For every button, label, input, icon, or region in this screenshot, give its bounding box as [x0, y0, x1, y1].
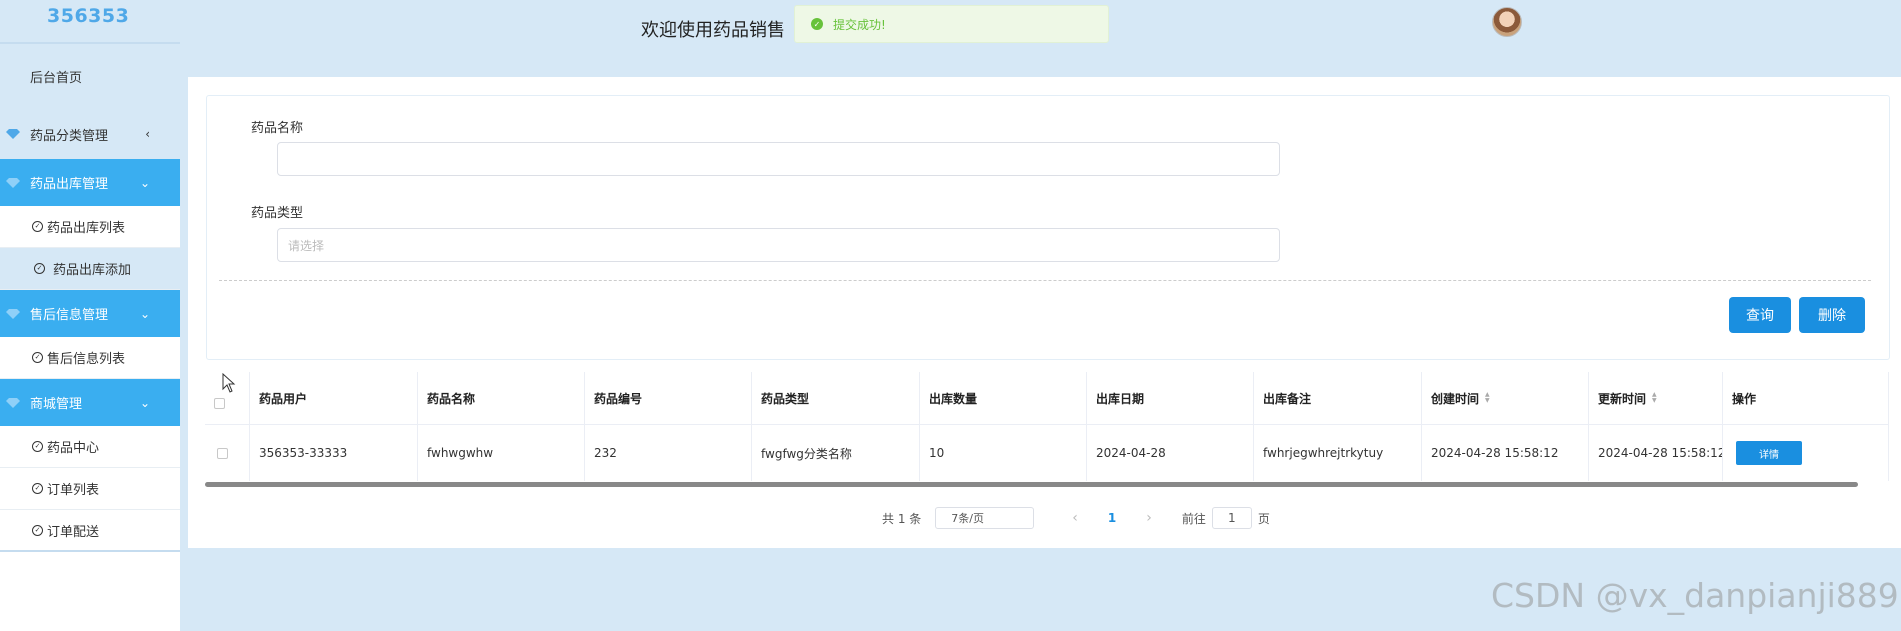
sidebar-item-order-list[interactable]: ✓ 订单列表 — [0, 468, 180, 510]
table-cell: fwhwgwhw — [418, 425, 585, 481]
table-cell: 2024-04-28 15:58:12 — [1422, 425, 1589, 481]
check-circle-icon: ✓ — [811, 18, 823, 30]
sidebar-item-label: 售后信息列表 — [47, 352, 126, 367]
page-number-current[interactable]: 1 — [1108, 511, 1116, 525]
query-button[interactable]: 查询 — [1729, 297, 1791, 333]
table-row: 356353-33333 fwhwgwhw 232 fwgfwg分类名称 10 … — [205, 425, 1889, 481]
table-header: 药品用户 药品名称 药品编号 药品类型 出库数量 出库日期 出库备注 创建时间 ▲… — [205, 372, 1889, 425]
select-all-checkbox[interactable] — [214, 397, 225, 409]
drug-type-select[interactable]: 请选择 — [277, 228, 1280, 262]
sidebar-item-outbound-list[interactable]: ✓ 药品出库列表 — [0, 206, 180, 248]
row-checkbox[interactable] — [217, 447, 228, 459]
sidebar-group-label: 商城管理 — [30, 397, 83, 412]
goto-label: 前往 — [1181, 511, 1206, 526]
mouse-cursor-icon — [222, 373, 236, 393]
goto-page-input[interactable]: 1 — [1211, 507, 1252, 529]
diamond-icon — [6, 129, 20, 139]
column-header: 药品编号 — [585, 372, 752, 424]
action-cell: 详情 — [1723, 425, 1889, 481]
column-header-sortable[interactable]: 创建时间 ▲ ▼ — [1422, 372, 1589, 424]
table-cell: fwgfwg分类名称 — [752, 425, 920, 481]
table-cell: fwhrjegwhrejtrkytuy — [1254, 425, 1422, 481]
table-cell: 2024-04-28 15:58:12 — [1589, 425, 1723, 481]
pagination: 共 1 条 7条/页 ‹ 1 › 前往 1 页 — [882, 507, 1270, 529]
column-header: 出库数量 — [920, 372, 1087, 424]
sidebar-item-label: 药品中心 — [47, 441, 100, 456]
total-count: 共 1 条 — [882, 511, 922, 526]
diamond-icon — [6, 397, 20, 408]
avatar[interactable] — [1492, 7, 1522, 37]
sidebar-item-home[interactable]: 后台首页 — [0, 44, 180, 109]
chevron-down-icon: ⌄ — [139, 395, 150, 410]
chevron-left-icon: ‹ — [145, 127, 150, 141]
page-size-select[interactable]: 7条/页 — [935, 507, 1035, 529]
chevron-left-icon[interactable]: ‹ — [1072, 510, 1078, 526]
sidebar-item-label: 订单配送 — [47, 524, 100, 540]
sidebar-item-drug-center[interactable]: ✓ 药品中心 — [0, 426, 180, 468]
sidebar-item-outbound-add[interactable]: ✓ 药品出库添加 — [0, 248, 180, 290]
column-header: 出库备注 — [1254, 372, 1422, 424]
sidebar-group-mall[interactable]: 商城管理 ⌄ — [0, 379, 180, 426]
table-cell: 2024-04-28 — [1087, 425, 1254, 481]
diamond-icon — [6, 177, 20, 188]
chevron-down-icon: ⌄ — [139, 306, 150, 321]
sort-icon[interactable]: ▲ ▼ — [1485, 392, 1490, 404]
sidebar-group-drug-category[interactable]: 药品分类管理 ‹ — [0, 109, 180, 159]
sidebar-item-label: 药品出库列表 — [47, 221, 126, 236]
row-select-cell — [205, 425, 250, 481]
app-logo: 356353 — [0, 0, 180, 44]
column-header: 药品用户 — [250, 372, 418, 424]
chevron-right-icon[interactable]: › — [1146, 510, 1152, 526]
column-header: 药品类型 — [752, 372, 920, 424]
sidebar-group-drug-outbound[interactable]: 药品出库管理 ⌄ — [0, 159, 180, 206]
chevron-down-icon: ⌄ — [139, 175, 150, 190]
check-circle-icon: ✓ — [32, 483, 43, 494]
table-cell: 232 — [585, 425, 752, 481]
sidebar-item-aftersale-list[interactable]: ✓ 售后信息列表 — [0, 337, 180, 379]
column-header-label: 创建时间 — [1431, 391, 1480, 406]
sidebar-item-label: 订单列表 — [47, 483, 100, 498]
data-table: 药品用户 药品名称 药品编号 药品类型 出库数量 出库日期 出库备注 创建时间 ▲… — [205, 372, 1889, 481]
form-divider — [219, 280, 1871, 281]
check-circle-icon: ✓ — [32, 524, 43, 536]
table-cell: 356353-33333 — [250, 425, 418, 481]
column-header-label: 更新时间 — [1598, 391, 1647, 406]
diamond-icon — [6, 308, 20, 319]
success-toast: ✓ 提交成功! — [794, 5, 1109, 43]
table-cell: 10 — [920, 425, 1087, 481]
horizontal-scrollbar[interactable] — [205, 482, 1858, 487]
page-title: 欢迎使用药品销售 — [641, 20, 785, 41]
sidebar-item-order-delivery[interactable]: ✓ 订单配送 — [0, 510, 180, 552]
sidebar-item-label: 药品出库添加 — [53, 263, 132, 278]
sidebar-group-label: 售后信息管理 — [30, 308, 109, 323]
column-header: 操作 — [1723, 372, 1889, 424]
drug-type-label: 药品类型 — [251, 206, 304, 221]
watermark: CSDN @vx_danpianji889 — [1491, 576, 1899, 615]
sidebar-group-label: 药品出库管理 — [30, 177, 109, 192]
column-header: 出库日期 — [1087, 372, 1254, 424]
sidebar-group-aftersale[interactable]: 售后信息管理 ⌄ — [0, 290, 180, 337]
check-circle-icon: ✓ — [32, 221, 43, 232]
sidebar-group-label: 药品分类管理 — [30, 128, 109, 144]
check-circle-icon: ✓ — [32, 352, 43, 363]
sidebar: 356353 后台首页 药品分类管理 ‹ 药品出库管理 ⌄ ✓ 药品出库列表 ✓… — [0, 0, 180, 631]
detail-button[interactable]: 详情 — [1736, 441, 1802, 465]
goto-suffix: 页 — [1257, 511, 1270, 526]
sort-icon[interactable]: ▲ ▼ — [1652, 392, 1657, 404]
delete-button[interactable]: 删除 — [1799, 297, 1865, 333]
check-circle-icon: ✓ — [32, 441, 43, 452]
column-header-sortable[interactable]: 更新时间 ▲ ▼ — [1589, 372, 1723, 424]
column-header: 药品名称 — [418, 372, 585, 424]
drug-name-label: 药品名称 — [251, 121, 304, 136]
toast-message: 提交成功! — [833, 17, 886, 32]
check-circle-icon: ✓ — [34, 263, 45, 274]
drug-name-input[interactable] — [277, 142, 1280, 176]
sidebar-item-label: 后台首页 — [30, 71, 83, 86]
